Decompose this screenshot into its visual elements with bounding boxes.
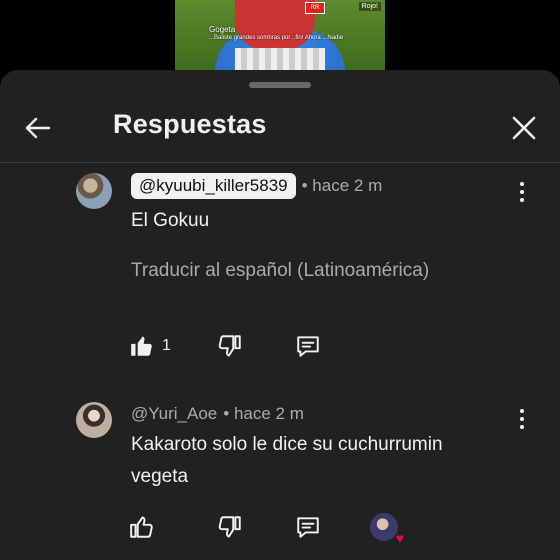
dislike-button[interactable] bbox=[210, 326, 250, 366]
kebab-dot-icon bbox=[520, 198, 524, 202]
comment-timestamp: • hace 2 m bbox=[301, 176, 383, 195]
video-hud-subtitle: ...Baliste grandes sombras por ..fin! Ah… bbox=[209, 35, 344, 41]
app-screen: RR Rojo! Gogeta ...Baliste grandes sombr… bbox=[0, 0, 560, 560]
thumb-up-icon bbox=[130, 516, 153, 538]
kebab-dot-icon bbox=[520, 417, 524, 421]
like-button[interactable] bbox=[122, 326, 162, 366]
avatar[interactable] bbox=[76, 173, 112, 209]
back-button[interactable] bbox=[18, 108, 58, 148]
creator-heart-badge[interactable]: ♥ bbox=[370, 513, 404, 545]
like-count: 1 bbox=[162, 337, 171, 354]
comment-options-button[interactable] bbox=[508, 405, 536, 433]
video-frame-sash bbox=[235, 48, 325, 72]
close-button[interactable] bbox=[504, 108, 544, 148]
arrow-left-icon bbox=[25, 117, 51, 139]
comment-actions: 1 bbox=[0, 326, 560, 366]
comment-actions: ♥ bbox=[0, 507, 560, 547]
comment-reply-icon bbox=[297, 336, 319, 357]
comment-text: Kakaroto solo le dice su cuchurrumin veg… bbox=[131, 429, 443, 493]
heart-icon: ♥ bbox=[395, 530, 404, 546]
comment-reply-icon bbox=[297, 517, 319, 538]
comment-author-handle[interactable]: @kyuubi_killer5839 bbox=[131, 173, 296, 199]
page-title: Respuestas bbox=[113, 109, 267, 139]
video-hud-name: Gogeta bbox=[209, 25, 236, 34]
comment-meta: @Yuri_Aoe • hace 2 m bbox=[131, 404, 304, 424]
reply-button[interactable] bbox=[288, 507, 328, 547]
thumb-up-filled-icon bbox=[131, 336, 152, 356]
video-player[interactable]: RR Rojo! Gogeta ...Baliste grandes sombr… bbox=[175, 0, 385, 72]
thumb-down-icon bbox=[218, 516, 241, 538]
video-hud-tag: Rojo! bbox=[358, 2, 381, 11]
comment-text-line: vegeta bbox=[131, 466, 189, 487]
video-frame-character-head bbox=[235, 0, 315, 50]
comment-options-button[interactable] bbox=[508, 178, 536, 206]
comment-text: El Gokuu bbox=[131, 210, 210, 231]
thumb-down-icon bbox=[218, 335, 241, 357]
kebab-dot-icon bbox=[520, 182, 524, 186]
replies-sheet: Respuestas @kyuubi_killer5839 • hace 2 m… bbox=[0, 70, 560, 560]
comment-author-handle[interactable]: @Yuri_Aoe bbox=[131, 404, 217, 424]
kebab-dot-icon bbox=[520, 425, 524, 429]
translate-link[interactable]: Traducir al español (Latinoamérica) bbox=[131, 260, 429, 282]
video-hud-badge: RR bbox=[305, 2, 325, 14]
reply-button[interactable] bbox=[288, 326, 328, 366]
like-button[interactable] bbox=[122, 507, 162, 547]
kebab-dot-icon bbox=[520, 409, 524, 413]
comment-text-line: Kakaroto solo le dice su cuchurrumin bbox=[131, 434, 443, 455]
sheet-drag-handle[interactable] bbox=[249, 82, 311, 88]
dislike-button[interactable] bbox=[210, 507, 250, 547]
comment-timestamp: • hace 2 m bbox=[223, 404, 304, 423]
avatar[interactable] bbox=[76, 402, 112, 438]
comment-meta: @kyuubi_killer5839 • hace 2 m bbox=[131, 173, 382, 199]
sheet-header: Respuestas bbox=[0, 100, 560, 163]
kebab-dot-icon bbox=[520, 190, 524, 194]
close-icon bbox=[512, 116, 536, 140]
